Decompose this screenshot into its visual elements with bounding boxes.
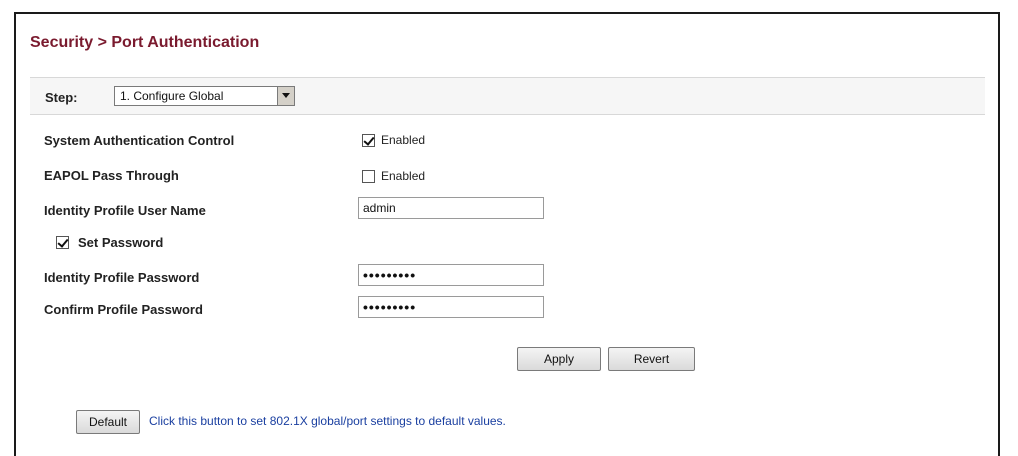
eapol-pass-through-enabled-label: Enabled — [381, 169, 426, 183]
page-frame: Security > Port Authentication Step: 1. … — [14, 12, 1000, 456]
revert-button[interactable]: Revert — [608, 347, 695, 371]
confirm-profile-password-label: Confirm Profile Password — [44, 302, 203, 317]
page-title: Security > Port Authentication — [30, 34, 260, 51]
step-bar: Step: 1. Configure Global — [30, 77, 985, 115]
identity-profile-password-label: Identity Profile Password — [44, 270, 200, 285]
eapol-pass-through-checkbox[interactable] — [362, 170, 375, 183]
default-button[interactable]: Default — [76, 410, 140, 434]
identity-profile-password-input[interactable]: ••••••••• — [358, 264, 544, 286]
identity-profile-user-name-input[interactable]: admin — [358, 197, 544, 219]
apply-button[interactable]: Apply — [517, 347, 601, 371]
default-note: Click this button to set 802.1X global/p… — [149, 414, 506, 428]
chevron-down-icon[interactable] — [277, 87, 294, 105]
step-select[interactable]: 1. Configure Global — [114, 86, 295, 106]
system-auth-control-checkbox[interactable] — [362, 134, 375, 147]
system-auth-control-label: System Authentication Control — [44, 133, 235, 148]
eapol-pass-through-label: EAPOL Pass Through — [44, 168, 179, 183]
step-select-value: 1. Configure Global — [120, 89, 224, 103]
confirm-profile-password-input[interactable]: ••••••••• — [358, 296, 544, 318]
set-password-label: Set Password — [78, 235, 164, 250]
system-auth-control-enabled-label: Enabled — [381, 133, 426, 147]
identity-profile-user-name-label: Identity Profile User Name — [44, 203, 206, 218]
step-label: Step: — [45, 90, 78, 105]
set-password-checkbox[interactable] — [56, 236, 69, 249]
